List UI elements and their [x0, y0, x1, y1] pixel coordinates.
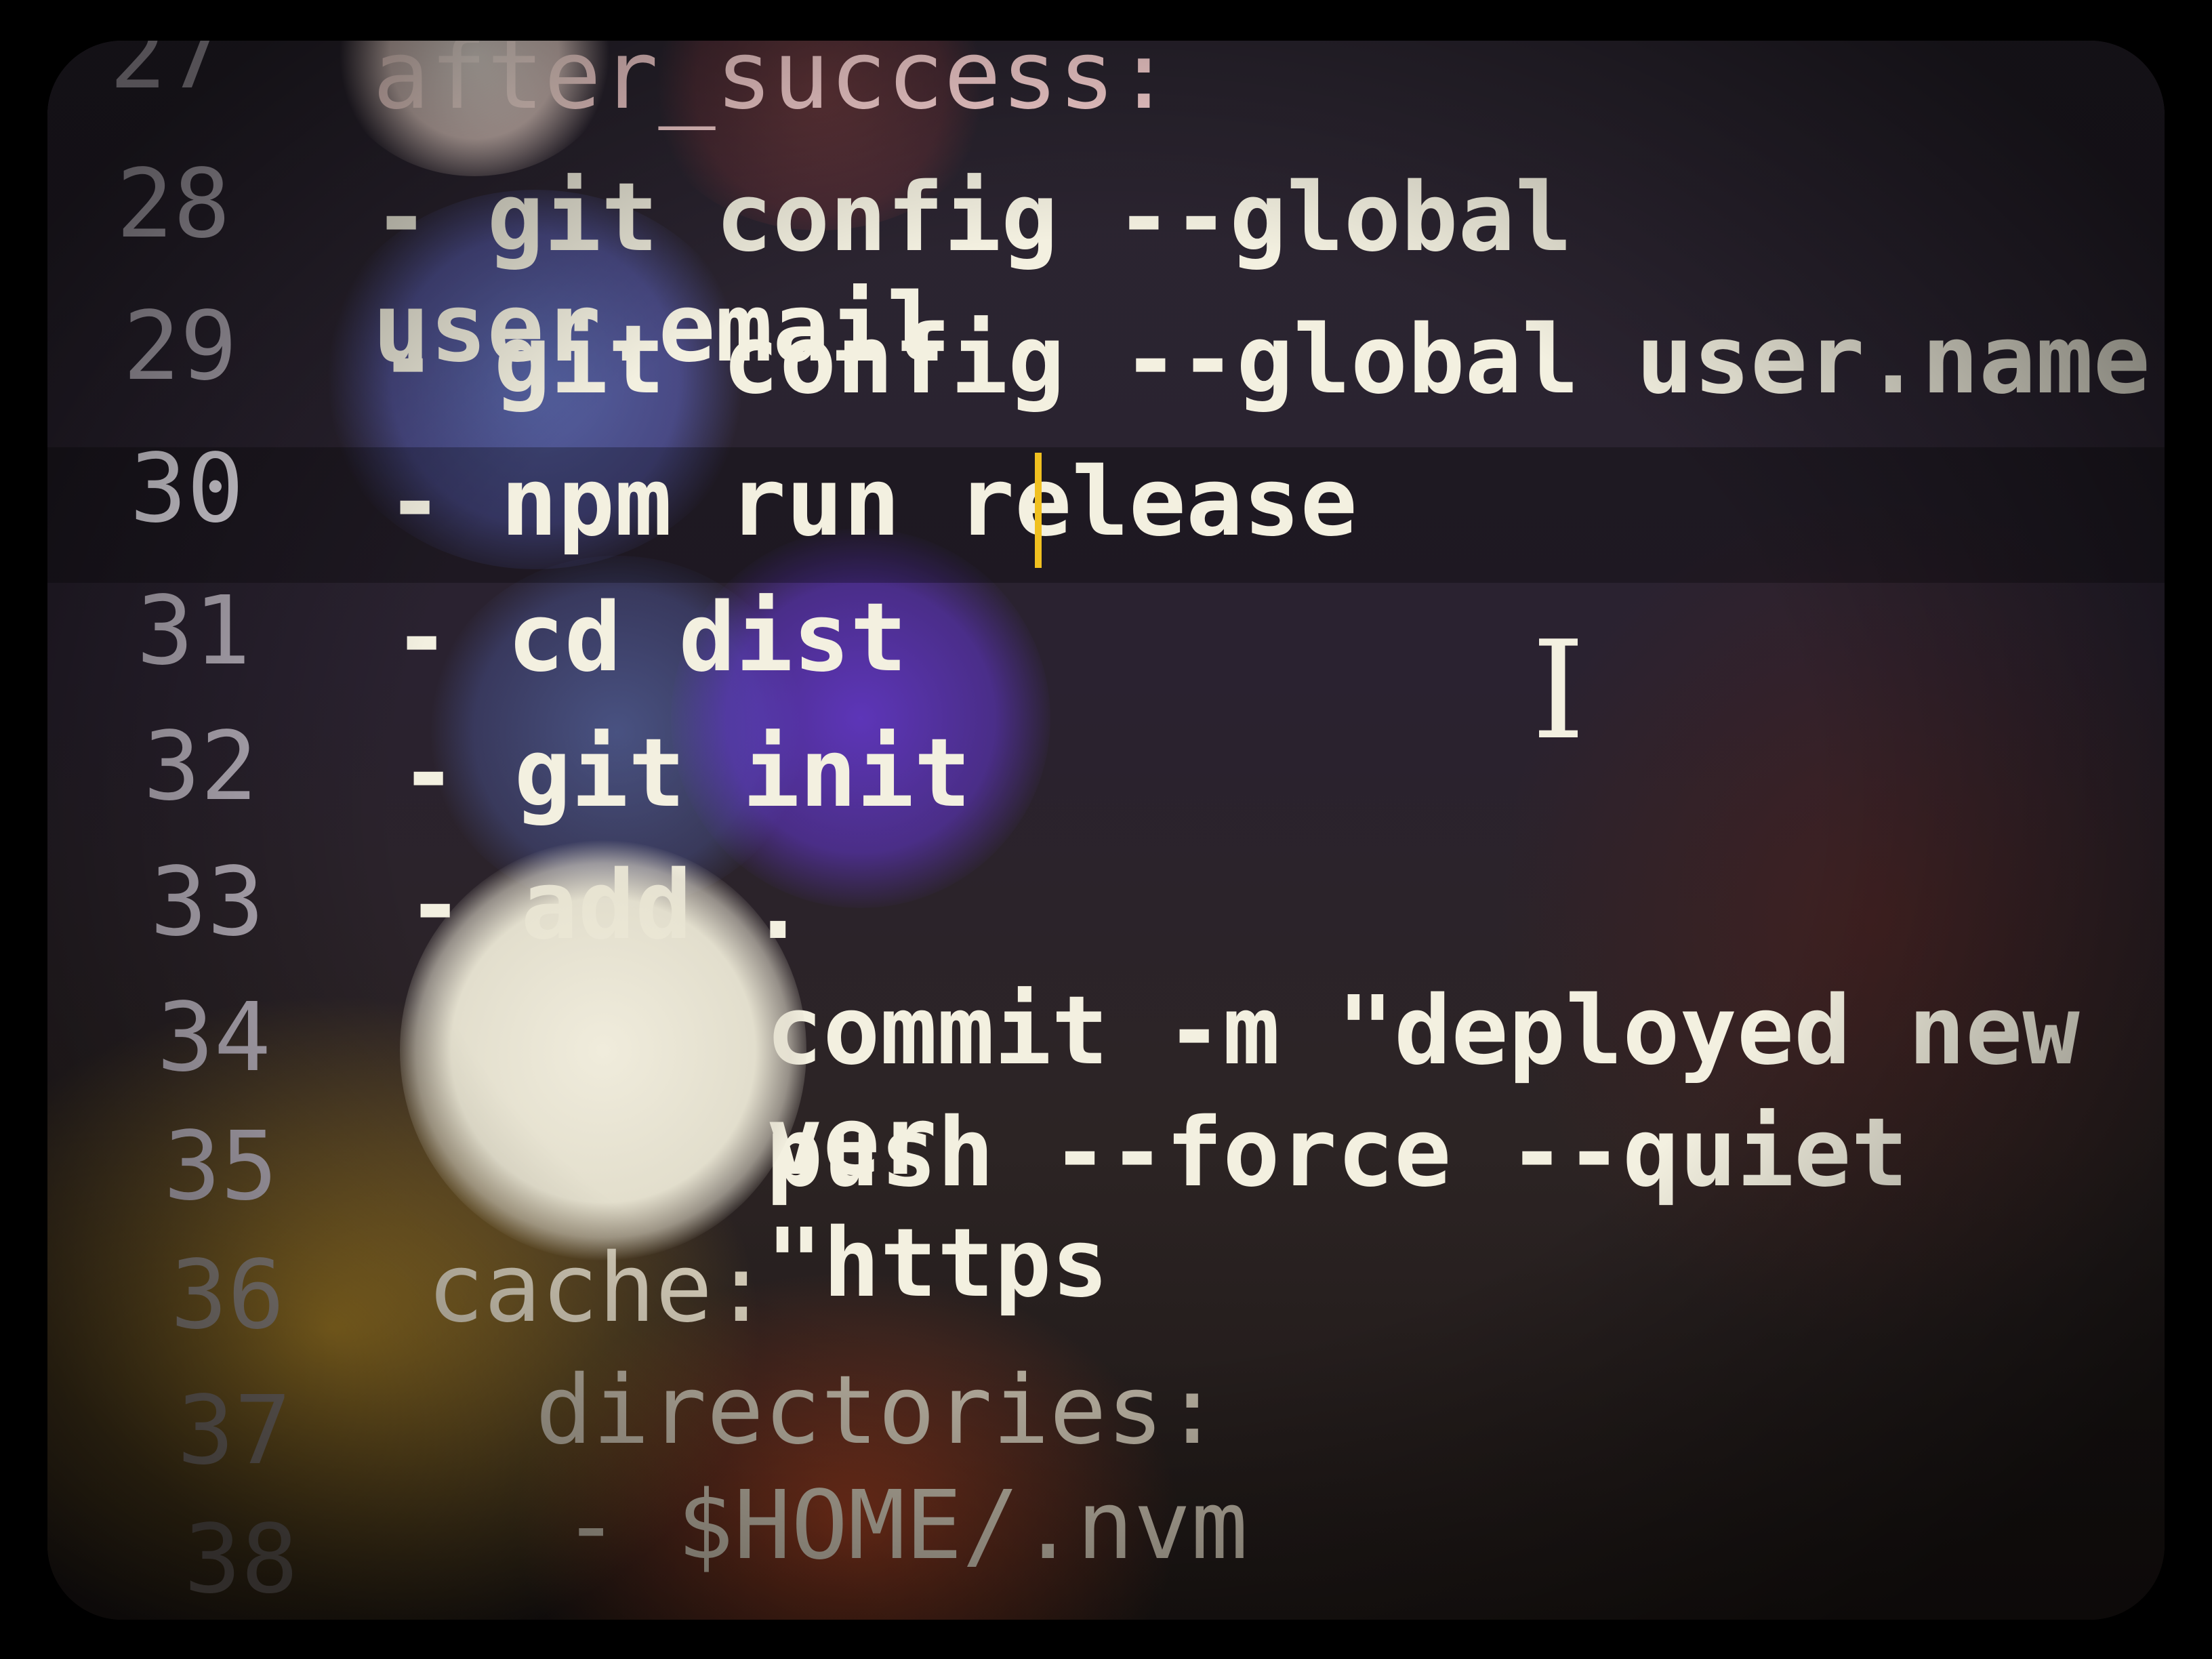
code-editor[interactable]: 27 after_success: 28 - git config --glob…: [47, 41, 2165, 1620]
line-number: 32: [143, 712, 258, 822]
line-number: 38: [184, 1504, 298, 1615]
line-number: 28: [116, 149, 230, 260]
code-line[interactable]: - $HOME/.nvm: [562, 1471, 1248, 1581]
line-number: 35: [163, 1111, 278, 1222]
code-line[interactable]: - git config --global user.name: [380, 305, 2150, 415]
code-line[interactable]: after_success:: [373, 41, 1172, 131]
line-number: 30: [129, 434, 244, 544]
line-number: 36: [170, 1240, 285, 1351]
code-line[interactable]: push --force --quiet "https: [766, 1098, 2165, 1319]
code-line[interactable]: - npm run release: [386, 447, 1357, 558]
photo-frame: 27 after_success: 28 - git config --glob…: [0, 0, 2212, 1659]
code-line[interactable]: - cd dist: [393, 583, 907, 693]
line-number: 37: [177, 1376, 291, 1486]
code-line[interactable]: - add .: [407, 851, 806, 961]
line-number: 33: [150, 847, 264, 958]
line-number: 29: [123, 291, 237, 402]
text-caret: [1035, 453, 1042, 568]
line-number: 31: [136, 576, 251, 687]
line-number: 27: [109, 41, 224, 110]
code-line[interactable]: directories:: [535, 1355, 1221, 1466]
code-line[interactable]: - git init: [400, 718, 971, 829]
ibeam-cursor-icon: I: [1532, 612, 1586, 770]
editor-screen: 27 after_success: 28 - git config --glob…: [47, 41, 2165, 1620]
line-number: 34: [157, 983, 271, 1093]
code-line[interactable]: cache:: [427, 1233, 770, 1344]
